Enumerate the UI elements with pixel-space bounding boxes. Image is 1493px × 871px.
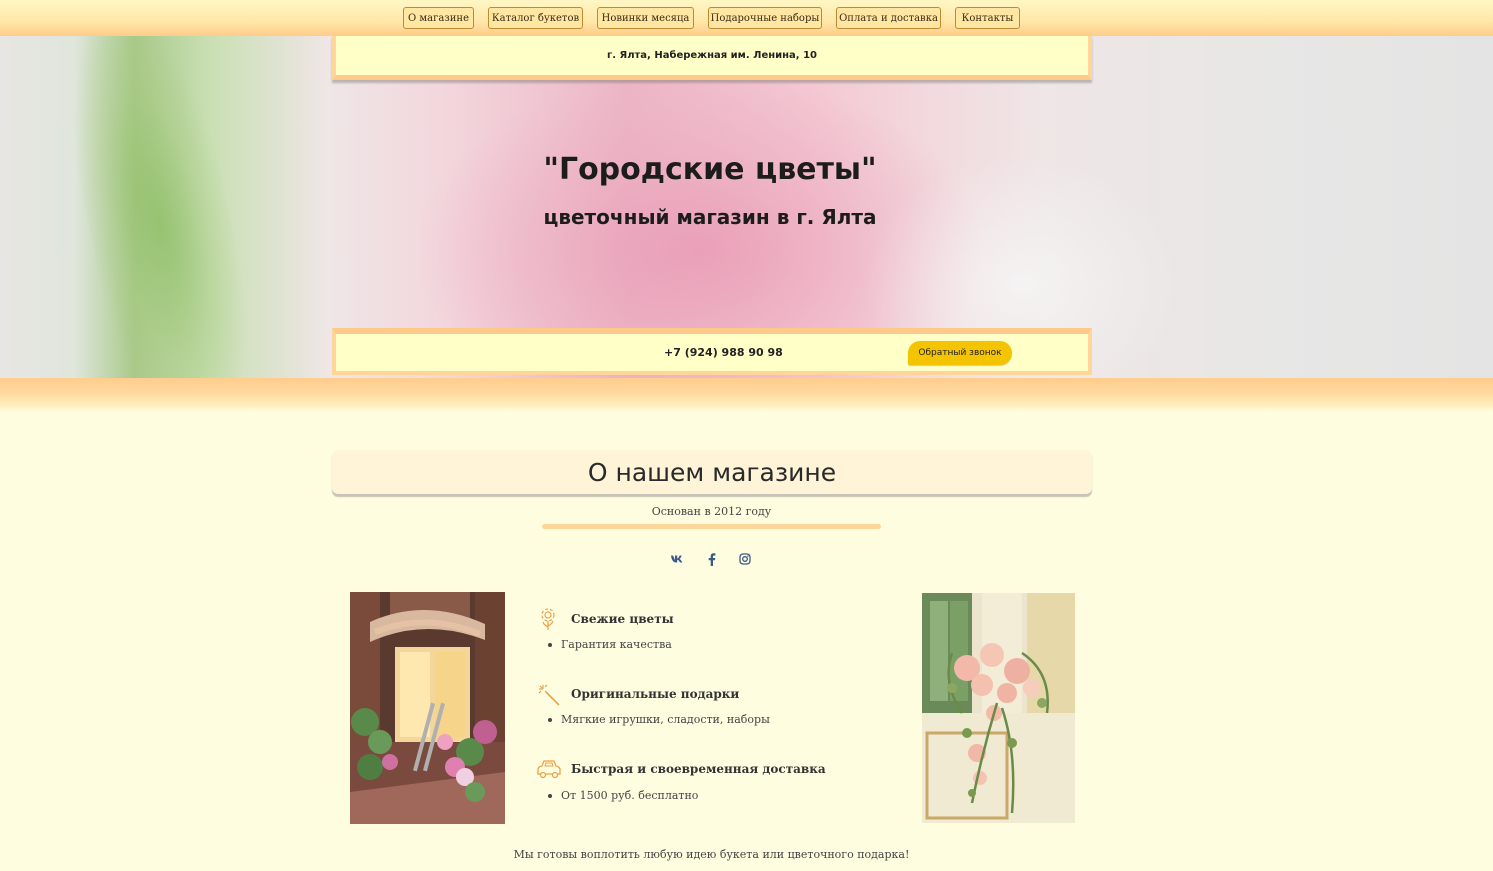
divider [542,524,881,529]
flower-icon [537,607,561,631]
feature-item-delivery: От 1500 руб. бесплатно [548,789,698,802]
instagram-icon[interactable] [737,551,753,567]
storefront-photo [350,592,505,824]
bullet-dot [548,642,552,647]
top-nav: О магазине Каталог букетов Новинки месяц… [0,0,1493,36]
closing-text: Мы готовы воплотить любую идею букета ил… [513,848,910,861]
hero-subtitle: цветочный магазин в г. Ялта [543,205,877,229]
magic-wand-icon [537,683,561,707]
feature-title-fresh: Свежие цветы [571,612,674,626]
address-text: г. Ялта, Набережная им. Ленина, 10 [606,49,817,61]
section-heading-text: О нашем магазине [587,457,837,487]
bullet-dot [548,717,552,722]
feature-title-delivery: Быстрая и своевременная доставка [571,762,826,776]
section-heading: О нашем магазине [332,450,1092,494]
nav-item-catalog[interactable]: Каталог букетов [488,7,583,29]
feature-item-delivery-text: От 1500 руб. бесплатно [561,789,699,802]
phone-bar: +7 (924) 988 90 98 Обратный звонок [332,328,1092,375]
feature-item-fresh-text: Гарантия качества [561,638,672,651]
nav-item-new[interactable]: Новинки месяца [597,7,694,29]
callback-button[interactable]: Обратный звонок [908,341,1012,365]
hero-title: "Городские цветы" [543,152,877,187]
address-bar: г. Ялта, Набережная им. Ленина, 10 [332,35,1092,80]
bouquet-photo [922,593,1075,823]
nav-item-about[interactable]: О магазине [403,7,474,29]
feature-item-fresh: Гарантия качества [548,638,672,651]
phone-number[interactable]: +7 (924) 988 90 98 [664,346,783,359]
vk-icon[interactable] [669,551,685,567]
feature-item-gifts-text: Мягкие игрушки, сладости, наборы [561,713,770,726]
hero-bottom-band [0,378,1493,412]
car-icon [536,758,562,782]
facebook-icon[interactable] [704,551,720,567]
founded-text: Основан в 2012 году [651,505,772,518]
nav-item-contacts[interactable]: Контакты [955,7,1020,29]
feature-title-gifts: Оригинальные подарки [571,687,740,701]
bullet-dot [548,793,552,798]
nav-item-gifts[interactable]: Подарочные наборы [708,7,822,29]
feature-item-gifts: Мягкие игрушки, сладости, наборы [548,713,770,726]
nav-item-delivery[interactable]: Оплата и доставка [836,7,941,29]
